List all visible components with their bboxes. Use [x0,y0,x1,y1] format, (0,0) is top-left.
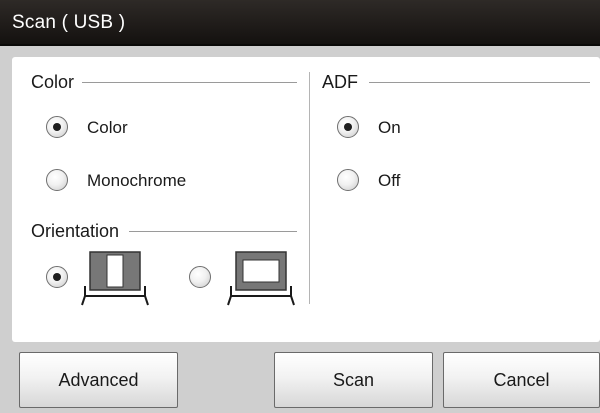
scan-dialog: Scan ( USB ) Color Color Monochrome Orie… [0,0,600,413]
color-option-color-label[interactable]: Color [87,118,128,138]
title-bar: Scan ( USB ) [0,0,600,46]
portrait-orientation-icon[interactable] [80,250,150,306]
orientation-group-label: Orientation [31,221,120,241]
adf-on-label[interactable]: On [378,118,401,138]
adf-off-radio[interactable] [337,169,359,191]
group-divider [309,72,310,304]
radio-selected-dot [53,273,61,281]
landscape-orientation-icon[interactable] [226,250,296,306]
color-option-monochrome-label[interactable]: Monochrome [87,171,186,191]
scan-button[interactable]: Scan [274,352,433,408]
adf-group-rule [369,82,590,83]
orientation-group-rule [129,231,297,232]
window-title: Scan ( USB ) [12,12,126,33]
color-group-label: Color [31,72,75,92]
adf-off-label[interactable]: Off [378,171,400,191]
radio-selected-dot [53,123,61,131]
adf-on-radio[interactable] [337,116,359,138]
orientation-landscape-radio[interactable] [189,266,211,288]
cancel-button[interactable]: Cancel [443,352,600,408]
orientation-portrait-radio[interactable] [46,266,68,288]
color-group-rule [82,82,297,83]
radio-selected-dot [344,123,352,131]
color-option-monochrome-radio[interactable] [46,169,68,191]
color-option-color-radio[interactable] [46,116,68,138]
advanced-button[interactable]: Advanced [19,352,178,408]
adf-group-label: ADF [322,72,358,92]
